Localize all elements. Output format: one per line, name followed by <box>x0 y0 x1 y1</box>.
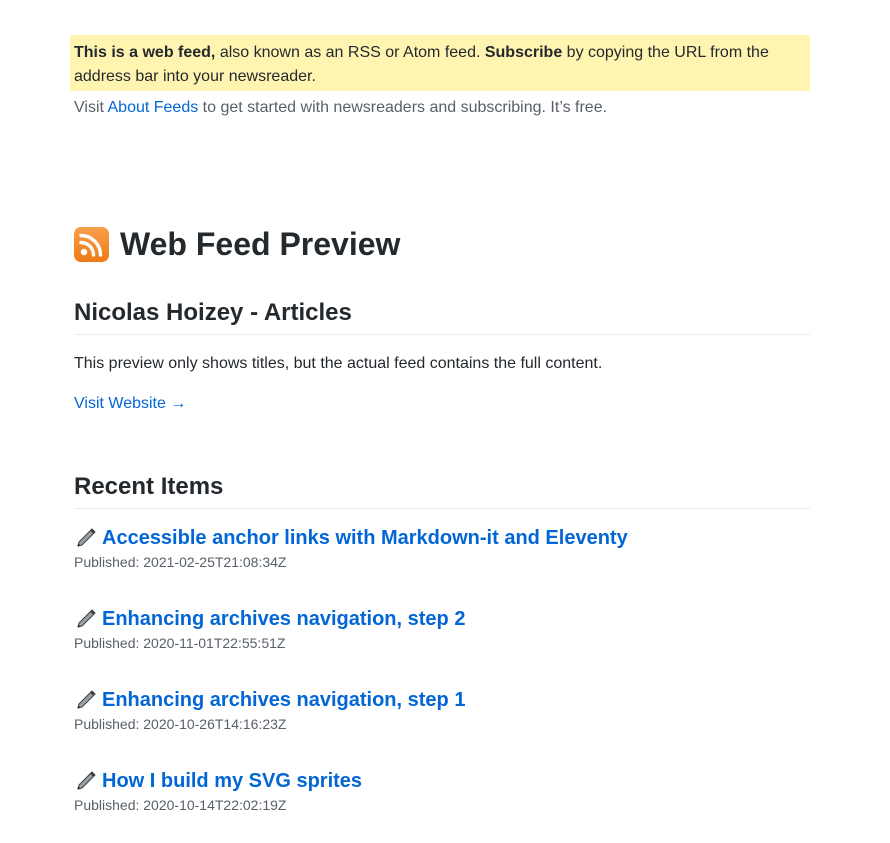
rss-icon <box>74 226 109 262</box>
item-link[interactable]: Enhancing archives navigation, step 2 <box>102 605 465 633</box>
item-link[interactable]: Accessible anchor links with Markdown-it… <box>102 524 628 552</box>
item-published-date: Published: 2021-02-25T21:08:34Z <box>74 554 287 570</box>
pen-icon <box>74 770 98 792</box>
about-feeds-intro: Visit About Feeds to get started with ne… <box>74 96 607 120</box>
page-title: Web Feed Preview <box>120 226 401 262</box>
notice-bold-lead: This is a web feed, <box>74 44 216 61</box>
web-feed-notice: This is a web feed, also known as an RSS… <box>70 35 810 91</box>
list-item: Accessible anchor links with Markdown-it… <box>74 524 810 572</box>
item-published-date: Published: 2020-11-01T22:55:51Z <box>74 635 286 651</box>
feed-title: Nicolas Hoizey - Articles <box>74 297 810 335</box>
item-link[interactable]: How I build my SVG sprites <box>102 767 362 795</box>
feed-description: This preview only shows titles, but the … <box>74 355 603 372</box>
about-feeds-link[interactable]: About Feeds <box>108 99 199 116</box>
intro-suffix: to get started with newsreaders and subs… <box>198 99 608 116</box>
intro-prefix: Visit <box>74 99 108 116</box>
list-item: Enhancing archives navigation, step 2 Pu… <box>74 605 810 653</box>
item-link[interactable]: Enhancing archives navigation, step 1 <box>102 686 465 714</box>
notice-text-1: also known as an RSS or Atom feed. <box>215 44 485 61</box>
list-item: How I build my SVG sprites Published: 20… <box>74 767 810 815</box>
item-title-row: Enhancing archives navigation, step 1 <box>74 686 810 714</box>
list-item: Enhancing archives navigation, step 1 Pu… <box>74 686 810 734</box>
pen-icon <box>74 689 98 711</box>
pen-icon <box>74 527 98 549</box>
item-title-row: How I build my SVG sprites <box>74 767 810 795</box>
item-published-date: Published: 2020-10-14T22:02:19Z <box>74 797 287 813</box>
notice-bold-subscribe: Subscribe <box>484 44 563 61</box>
visit-website-link[interactable]: Visit Website → <box>74 392 186 416</box>
preview-header: Web Feed Preview <box>74 225 400 263</box>
pen-icon <box>74 608 98 630</box>
item-published-date: Published: 2020-10-26T14:16:23Z <box>74 716 287 732</box>
item-title-row: Accessible anchor links with Markdown-it… <box>74 524 810 552</box>
item-title-row: Enhancing archives navigation, step 2 <box>74 605 810 633</box>
recent-items-heading: Recent Items <box>74 471 810 509</box>
